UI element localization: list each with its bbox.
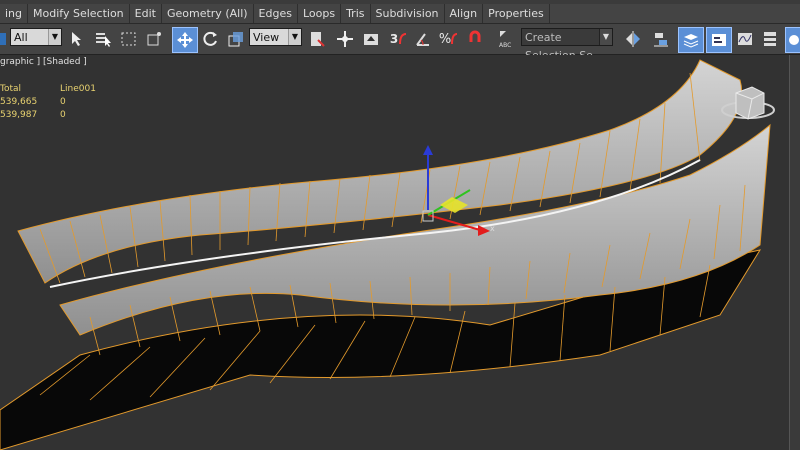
snap-toggle-label: 3 xyxy=(389,32,399,46)
angle-snap-icon[interactable] xyxy=(412,27,434,51)
percent-snap-icon[interactable]: % xyxy=(438,27,460,51)
rectangular-selection-icon[interactable] xyxy=(118,27,140,51)
menu-item-tris[interactable]: Tris xyxy=(341,4,371,23)
menu-item-geometry[interactable]: Geometry (All) xyxy=(162,4,254,23)
window-crossing-icon[interactable] xyxy=(143,27,165,51)
menu-item-modify-selection[interactable]: Modify Selection xyxy=(28,4,130,23)
reference-coord-dropdown[interactable]: View ▼ xyxy=(249,28,302,46)
scene-explorer-icon[interactable] xyxy=(706,27,732,53)
named-selection-sets-dropdown[interactable]: Create Selection Se ▼ xyxy=(521,28,613,62)
keyboard-shortcut-toggle-icon[interactable] xyxy=(360,27,382,51)
menu-item-modeling[interactable]: ing xyxy=(0,4,29,23)
main-toolbar: All ▼ View ▼ 3 % ABC Create ▼ xyxy=(0,24,800,62)
gizmo-x-label: x xyxy=(490,224,495,233)
selection-filter-value: All xyxy=(14,31,28,44)
chevron-down-icon: ▼ xyxy=(599,29,612,45)
reference-coord-value: View xyxy=(253,31,280,44)
edit-named-selection-icon[interactable]: ABC xyxy=(494,27,520,51)
perspective-viewport[interactable]: graphic ] [Shaded ] Total Line001 539,66… xyxy=(0,55,800,450)
spinner-snap-icon[interactable] xyxy=(464,27,486,51)
menu-item-align[interactable]: Align xyxy=(445,4,484,23)
align-icon[interactable] xyxy=(650,27,672,51)
menu-item-properties[interactable]: Properties xyxy=(483,4,550,23)
chevron-down-icon: ▼ xyxy=(48,29,61,45)
menu-item-edges[interactable]: Edges xyxy=(254,4,298,23)
graphite-menubar: ing Modify Selection Edit Geometry (All)… xyxy=(0,4,800,24)
viewport-scroll-edge[interactable] xyxy=(789,55,800,450)
move-tool-icon[interactable] xyxy=(172,27,198,53)
chevron-down-icon: ▼ xyxy=(288,29,301,45)
percent-snap-label: % xyxy=(438,31,452,47)
pivot-center-icon[interactable] xyxy=(306,27,328,51)
curve-editor-icon[interactable] xyxy=(733,27,757,51)
selection-filter-dropdown[interactable]: All ▼ xyxy=(10,28,62,46)
snap-toggle-icon[interactable]: 3 xyxy=(388,27,410,51)
layer-manager-icon[interactable] xyxy=(678,27,704,53)
scene-geometry[interactable]: x xyxy=(0,55,800,450)
material-editor-icon[interactable] xyxy=(785,27,800,53)
menu-item-edit[interactable]: Edit xyxy=(130,4,162,23)
scale-tool-icon[interactable] xyxy=(225,27,247,51)
toolbar-edge-icon[interactable] xyxy=(0,27,8,51)
mirror-icon[interactable] xyxy=(622,27,644,51)
menu-item-loops[interactable]: Loops xyxy=(298,4,342,23)
abc-label: ABC xyxy=(499,42,511,49)
menu-item-subdivision[interactable]: Subdivision xyxy=(371,4,445,23)
select-manipulate-icon[interactable] xyxy=(334,27,356,51)
select-object-icon[interactable] xyxy=(66,27,88,51)
rotate-tool-icon[interactable] xyxy=(199,27,221,51)
schematic-view-icon[interactable] xyxy=(759,27,781,51)
select-by-name-icon[interactable] xyxy=(92,27,114,51)
